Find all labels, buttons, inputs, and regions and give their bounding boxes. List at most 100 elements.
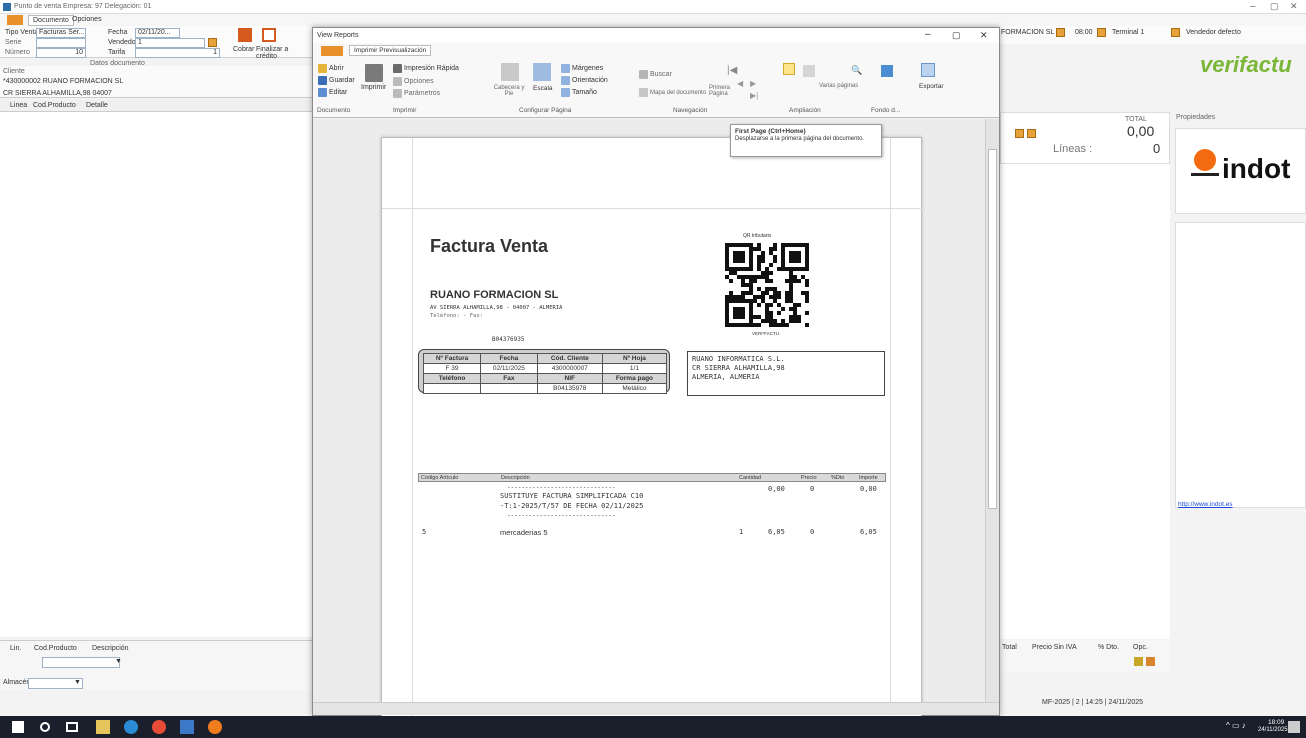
empresa-icon[interactable]	[1056, 28, 1065, 37]
system-tray-icons[interactable]: ^ ▭ ♪	[1226, 721, 1246, 730]
guardar-button[interactable]: Guardar	[318, 76, 355, 85]
margenes-button[interactable]: Márgenes	[561, 64, 603, 73]
numero-input[interactable]: 10	[36, 48, 86, 58]
col-codigo-articulo: Código Artículo	[421, 475, 459, 481]
opciones-button[interactable]: Opciones	[393, 77, 434, 86]
almacen-chevron-icon[interactable]: ▼	[74, 679, 81, 686]
cliente-value[interactable]: *430000002 RUANO FORMACION SL	[3, 78, 123, 85]
exportar-button[interactable]: Exportar	[919, 83, 944, 90]
scrollbar-thumb[interactable]	[988, 149, 997, 509]
totals-icon-2[interactable]	[1027, 129, 1036, 138]
parametros-label: Parámetros	[404, 90, 441, 97]
orientacion-button[interactable]: Orientación	[561, 76, 608, 85]
vendedor-search-icon[interactable]	[208, 38, 217, 47]
detail-area	[1000, 164, 1170, 639]
accept-line-icon[interactable]	[1134, 657, 1143, 666]
col-total: Total	[1002, 644, 1017, 651]
search-icon[interactable]	[40, 722, 50, 732]
group-fondo: Fondo d...	[871, 107, 901, 114]
lines-grid[interactable]	[0, 112, 312, 637]
finalizar-button[interactable]: Finalizar a crédito	[256, 46, 306, 60]
col-detalle[interactable]: Detalle	[86, 102, 108, 109]
col-linea[interactable]: Linea	[10, 102, 27, 109]
viewer-close-icon[interactable]: ✕	[980, 30, 988, 41]
parametros-button[interactable]: Parámetros	[393, 89, 440, 98]
editar-button[interactable]: Editar	[318, 88, 347, 97]
tab-opciones[interactable]: Opciones	[72, 16, 102, 23]
task-view-icon[interactable]	[66, 722, 78, 732]
zoom-icon[interactable]: 🔍	[851, 65, 862, 76]
col-cod-producto[interactable]: Cod.Producto	[33, 102, 76, 109]
edit-icon	[318, 88, 327, 97]
app-taskbar-icon[interactable]	[180, 720, 194, 734]
vertical-scrollbar[interactable]	[985, 119, 999, 702]
prev-page-icon[interactable]: ◀	[737, 79, 743, 88]
escala-button[interactable]: Escala	[533, 85, 553, 92]
indot-logo: indot	[1222, 153, 1291, 184]
producto-combo[interactable]	[42, 657, 120, 668]
minimize-icon[interactable]: –	[1250, 1, 1256, 12]
file-explorer-icon[interactable]	[96, 720, 110, 734]
export-icon[interactable]	[921, 63, 935, 77]
abrir-button[interactable]: Abrir	[318, 64, 344, 73]
tooltip-title: First Page (Ctrl+Home)	[735, 128, 806, 135]
viewer-maximize-icon[interactable]: ▢	[952, 30, 961, 41]
impresion-rapida-button[interactable]: Impresión Rápida	[393, 64, 459, 73]
vendedor-input[interactable]: 1	[135, 38, 205, 48]
chrome-icon[interactable]	[152, 720, 166, 734]
mapa-documento-button[interactable]: Mapa del documento	[639, 88, 706, 97]
first-page-icon[interactable]: |◀	[727, 65, 737, 76]
close-icon[interactable]: ✕	[1290, 1, 1298, 12]
last-page-icon[interactable]: ▶|	[750, 91, 758, 100]
windows-start-icon[interactable]	[12, 721, 24, 733]
horizontal-scrollbar[interactable]	[313, 702, 999, 715]
buscar-button[interactable]: Buscar	[639, 70, 672, 79]
col-dto: % Dto.	[1098, 644, 1120, 651]
notifications-icon[interactable]	[1288, 721, 1300, 733]
cancel-line-icon[interactable]	[1146, 657, 1155, 666]
vendedor-icon[interactable]	[1171, 28, 1180, 37]
cabecera-pie-icon[interactable]	[501, 63, 519, 81]
edge-icon[interactable]	[124, 720, 138, 734]
tab-documento[interactable]: Documento	[28, 15, 74, 26]
binoculars-icon	[639, 70, 648, 79]
document-ribbon: Tipo Venta Facturas Ser... Fecha 02/11/2…	[0, 26, 312, 60]
viewer-file-menu[interactable]	[321, 46, 343, 56]
cobrar-button[interactable]: Cobrar	[233, 46, 254, 53]
finalizar-icon[interactable]	[262, 28, 276, 42]
numero-label: Número	[5, 49, 30, 56]
app-titlebar: Punto de venta Empresa: 97 Delegación: 0…	[0, 0, 1306, 14]
page-color-icon[interactable]	[881, 65, 893, 77]
multipage-icon[interactable]	[803, 65, 815, 77]
pointer-tool-icon[interactable]	[783, 63, 795, 75]
vendedor-label: Vendedor	[108, 39, 138, 46]
tarifa-input[interactable]: 1	[135, 48, 220, 58]
scale-icon[interactable]	[533, 63, 551, 81]
viewer-minimize-icon[interactable]: –	[925, 29, 931, 40]
next-page-icon[interactable]: ▶	[750, 79, 756, 88]
serie-input[interactable]	[36, 38, 86, 48]
chevron-down-icon[interactable]: ▼	[115, 658, 122, 665]
tipo-venta-select[interactable]: Facturas Ser...	[36, 28, 86, 38]
pos-taskbar-icon[interactable]	[208, 720, 222, 734]
fecha-input[interactable]: 02/11/20...	[135, 28, 180, 38]
tab-imprimir-previsualizacion[interactable]: Imprimir Previsualización	[349, 45, 432, 56]
imprimir-button[interactable]: Imprimir	[361, 64, 386, 91]
col-cantidad: Cantidad	[739, 475, 762, 481]
indot-link[interactable]: http://www.indot.es	[1178, 501, 1233, 508]
varias-paginas-button[interactable]: Varias páginas	[819, 83, 858, 89]
tamano-button[interactable]: Tamaño	[561, 88, 597, 97]
cobrar-icon[interactable]	[238, 28, 252, 42]
col-precio: Precio	[801, 475, 817, 481]
status-bar: MF-2025 | 2 | 14:25 | 24/11/2025	[1042, 699, 1144, 706]
row2-cant: 1	[739, 528, 744, 536]
app-menu-button[interactable]	[7, 15, 23, 25]
restore-icon[interactable]: ▢	[1270, 1, 1279, 12]
primera-pagina-button[interactable]: Primera Página	[709, 85, 733, 97]
totals-icon-1[interactable]	[1015, 129, 1024, 138]
preview-area[interactable]: Factura Venta RUANO FORMACION SL AV SIER…	[313, 119, 985, 718]
info_values2-cell-2: B04135978	[536, 383, 603, 394]
info_headers2-cell-3: Forma pago	[601, 373, 668, 384]
terminal-icon[interactable]	[1097, 28, 1106, 37]
cabecera-pie-button[interactable]: Cabecera y Pie	[493, 85, 525, 97]
